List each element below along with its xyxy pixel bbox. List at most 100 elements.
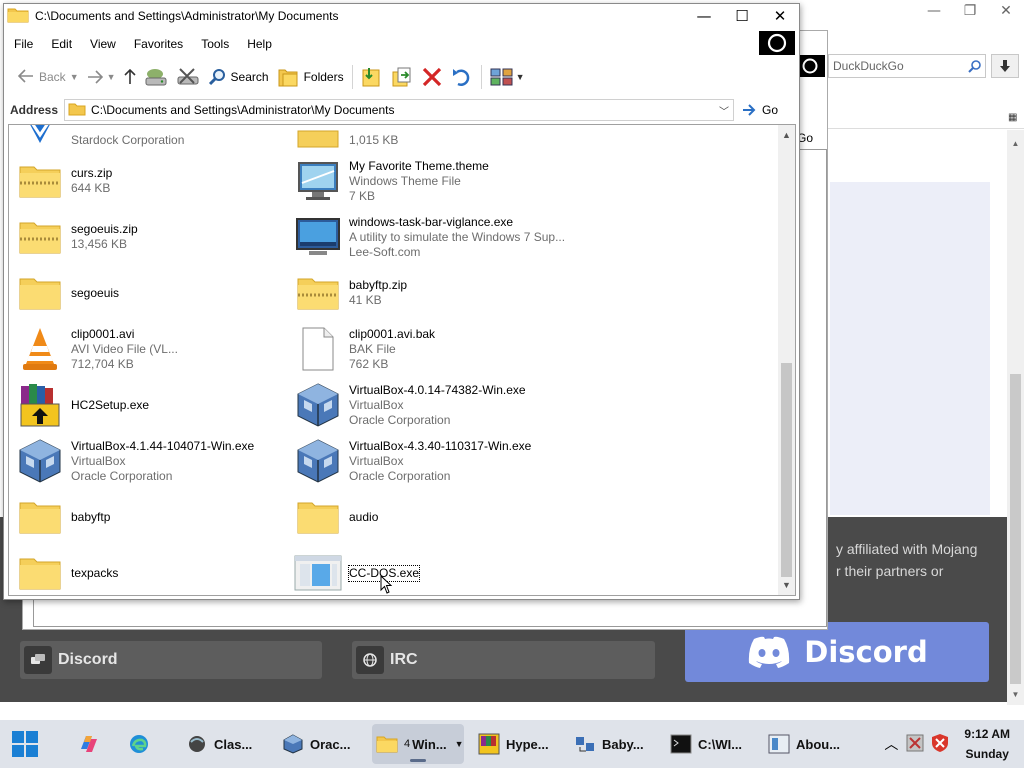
list-item[interactable]: HC2Setup.exe — [15, 379, 285, 431]
search-label: Search — [230, 70, 269, 84]
undo-button[interactable] — [447, 62, 477, 92]
scroll-down-icon[interactable]: ▼ — [1007, 687, 1024, 701]
copy-to-button[interactable] — [387, 62, 417, 92]
browser-window-controls: — ❐ ✕ — [916, 0, 1024, 22]
security-shield-icon[interactable] — [930, 733, 950, 756]
folders-button[interactable]: Folders — [273, 62, 348, 92]
views-button[interactable]: ▼ — [486, 62, 529, 92]
go-button[interactable]: Go — [742, 103, 778, 117]
list-item-selected[interactable]: CC-DOS.exe — [293, 547, 563, 595]
menu-file[interactable]: File — [4, 37, 42, 51]
chevron-down-icon[interactable]: ▼ — [107, 72, 116, 82]
list-item[interactable]: VirtualBox-4.1.44-104071-Win.exe Virtual… — [15, 435, 285, 487]
list-item[interactable]: segoeuis — [15, 267, 285, 319]
taskbar-button-windows-explorer[interactable]: 4 Win... ▼ — [372, 724, 464, 764]
taskbar-button-babyftp[interactable]: Baby... — [574, 724, 644, 764]
list-item[interactable]: windows-task-bar-viglance.exe A utility … — [293, 211, 565, 263]
browser-scrollbar[interactable]: ▲ ▼ — [1007, 130, 1024, 705]
item-detail: Oracle Corporation — [349, 468, 451, 483]
scroll-thumb[interactable] — [781, 363, 792, 577]
back-button[interactable]: Back ▼ — [14, 62, 83, 92]
restore-icon[interactable]: ❐ — [952, 0, 988, 22]
item-name: VirtualBox-4.1.44-104071-Win.exe — [71, 438, 255, 453]
list-item[interactable]: texpacks — [15, 547, 285, 595]
taskbar-button-about[interactable]: Abou... — [768, 724, 840, 764]
scroll-up-icon[interactable]: ▲ — [1007, 136, 1024, 150]
chevron-down-icon[interactable]: ▼ — [455, 739, 464, 749]
download-icon[interactable] — [991, 54, 1019, 78]
list-item[interactable]: clip0001.avi.bak BAK File 762 KB — [293, 323, 563, 375]
scroll-down-icon[interactable]: ▼ — [778, 577, 795, 593]
chevron-down-icon[interactable]: ▼ — [516, 72, 525, 82]
list-item[interactable]: clip0001.avi AVI Video File (VL... 712,7… — [15, 323, 285, 375]
list-item[interactable]: babyftp — [15, 491, 285, 543]
list-item[interactable]: Stardock Corporation — [15, 125, 285, 159]
discord-join-button[interactable]: Discord — [685, 622, 989, 682]
browser-search-placeholder: DuckDuckGo — [833, 59, 904, 73]
item-detail: 712,704 KB — [71, 356, 134, 371]
list-item[interactable]: audio — [293, 491, 563, 543]
taskbar-button-label: Win... — [412, 736, 447, 752]
monitor-app-icon — [293, 213, 343, 261]
delete-button[interactable] — [417, 62, 447, 92]
start-button[interactable] — [10, 724, 46, 764]
scroll-thumb[interactable] — [1010, 374, 1021, 684]
menu-edit[interactable]: Edit — [42, 37, 81, 51]
windows-logo-icon — [10, 729, 40, 759]
chevron-up-icon[interactable]: ︿ — [884, 734, 898, 754]
list-item[interactable]: segoeuis.zip 13,456 KB — [15, 211, 285, 263]
explorer-title-bar[interactable]: C:\Documents and Settings\Administrator\… — [4, 4, 799, 28]
taskbar-button-label: Baby... — [602, 736, 644, 752]
list-item[interactable]: VirtualBox-4.0.14-74382-Win.exe VirtualB… — [293, 379, 563, 431]
zip-folder-icon — [15, 157, 65, 205]
up-button[interactable] — [120, 62, 140, 92]
search-icon[interactable] — [965, 56, 985, 76]
list-item[interactable]: babyftp.zip 41 KB — [293, 267, 563, 319]
search-icon — [208, 69, 225, 86]
minimize-icon[interactable]: — — [685, 4, 723, 28]
taskbar-button-oracle[interactable]: Orac... — [282, 724, 350, 764]
item-name: curs.zip — [71, 166, 113, 180]
file-list-pane[interactable]: Stardock Corporation 1,015 KB curs.zip 6… — [8, 124, 796, 596]
file-list-scrollbar[interactable]: ▲ ▼ — [778, 125, 795, 595]
close-icon[interactable]: ✕ — [988, 0, 1024, 22]
edge-button[interactable] — [128, 724, 156, 764]
menu-view[interactable]: View — [81, 37, 125, 51]
up-arrow-icon — [123, 69, 136, 84]
list-item[interactable]: 1,015 KB — [293, 125, 563, 159]
apps-grid-icon[interactable]: ▦ — [1008, 112, 1017, 123]
address-field[interactable]: C:\Documents and Settings\Administrator\… — [64, 99, 735, 121]
zip-folder-icon — [293, 125, 343, 157]
taskbar-button-hyper[interactable]: Hype... — [478, 724, 549, 764]
close-icon[interactable]: ✕ — [761, 4, 799, 28]
disconnect-drive-button[interactable] — [172, 62, 204, 92]
copilot-button[interactable] — [78, 724, 106, 764]
edge-browser-icon — [128, 733, 150, 755]
chevron-down-icon[interactable]: ▼ — [70, 72, 79, 82]
tray-app-icon[interactable] — [906, 734, 924, 755]
menu-favorites[interactable]: Favorites — [125, 37, 192, 51]
list-item[interactable]: VirtualBox-4.3.40-110317-Win.exe Virtual… — [293, 435, 563, 487]
taskbar-button-command-prompt[interactable]: C:\WI... — [670, 724, 742, 764]
item-detail — [349, 125, 398, 133]
maximize-icon[interactable]: ☐ — [723, 4, 761, 28]
search-button[interactable]: Search — [204, 62, 273, 92]
clock[interactable]: 9:12 AM Sunday — [964, 724, 1010, 764]
chevron-down-icon[interactable]: ﹀ — [715, 103, 733, 118]
irc-link-button[interactable]: IRC — [352, 641, 655, 679]
zip-folder-icon — [293, 269, 343, 317]
forward-button[interactable]: ▼ — [83, 62, 120, 92]
list-item[interactable]: My Favorite Theme.theme Windows Theme Fi… — [293, 155, 563, 207]
menu-help[interactable]: Help — [238, 37, 281, 51]
footer-text-line: r their partners or — [836, 563, 944, 579]
minimize-icon[interactable]: — — [916, 0, 952, 22]
taskbar-button-classic-shell[interactable]: Clas... — [186, 724, 252, 764]
browser-search-box[interactable]: DuckDuckGo — [828, 54, 986, 78]
scroll-up-icon[interactable]: ▲ — [778, 127, 795, 143]
move-to-button[interactable] — [357, 62, 387, 92]
menu-tools[interactable]: Tools — [192, 37, 238, 51]
folder-icon — [376, 733, 398, 755]
discord-link-button[interactable]: Discord — [20, 641, 322, 679]
list-item[interactable]: curs.zip 644 KB — [15, 155, 285, 207]
network-drive-button[interactable] — [140, 62, 172, 92]
